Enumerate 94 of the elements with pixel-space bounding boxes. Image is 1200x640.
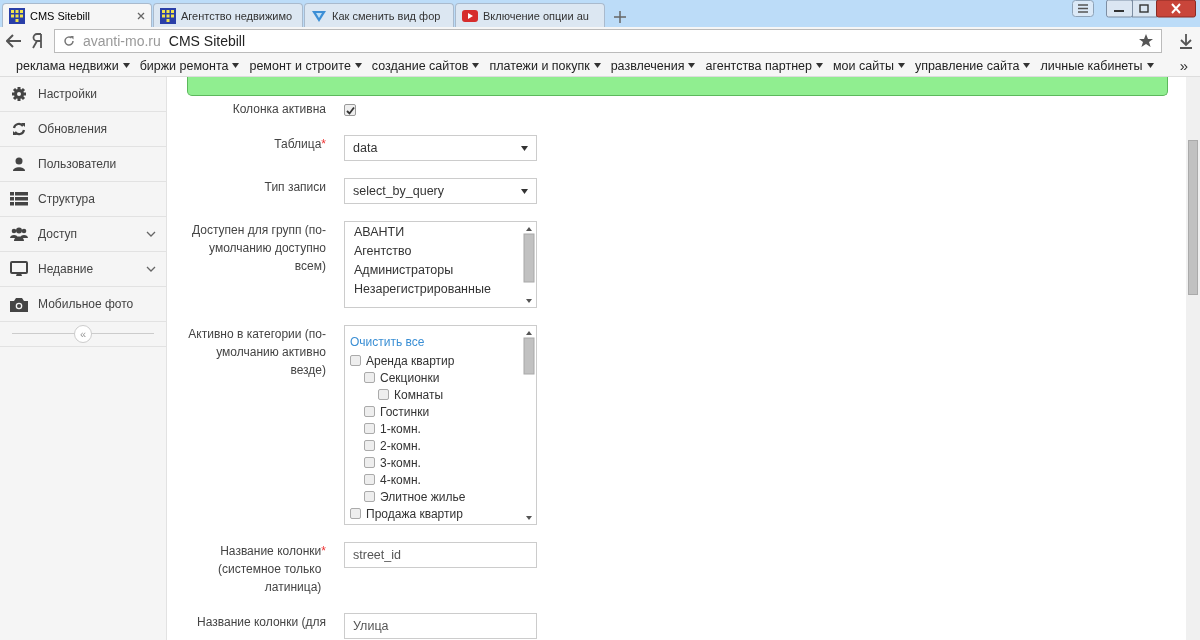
caret-icon [521, 188, 528, 194]
bookmark-folder[interactable]: платежи и покупк [489, 58, 601, 73]
list-option[interactable]: Администраторы [354, 263, 522, 277]
checkbox[interactable] [364, 423, 375, 434]
caret-icon [521, 145, 528, 151]
caret-icon [897, 63, 905, 68]
users-icon [10, 227, 28, 241]
caret-icon [593, 63, 601, 68]
field-label: Название колонки (системное только латиница) [216, 543, 322, 596]
gear-icon [11, 86, 27, 102]
caret-icon [1146, 63, 1154, 68]
required-mark: * [321, 136, 326, 153]
bookmark-folder[interactable]: управление сайта [914, 58, 1031, 73]
caret-icon [232, 63, 240, 68]
category-label: Комнаты [394, 387, 444, 402]
required-mark: * [321, 543, 326, 560]
checkbox[interactable] [350, 355, 361, 366]
checkbox[interactable] [364, 406, 375, 417]
sidebar-item[interactable]: Обновления [0, 112, 166, 147]
bookmark-folder[interactable]: мои сайты [833, 58, 905, 73]
field-label: Колонка активна [231, 101, 326, 118]
caret-icon [472, 63, 480, 68]
address-bar[interactable]: avanti-mo.ru CMS Sitebill [54, 29, 1162, 53]
select-field[interactable]: data [344, 135, 537, 161]
checkbox[interactable] [378, 389, 389, 400]
new-tab-icon[interactable] [614, 11, 626, 23]
close-icon[interactable] [137, 11, 145, 20]
field-label: Таблица [274, 136, 322, 153]
back-icon[interactable] [6, 34, 22, 48]
category-label: Секционки [380, 370, 440, 385]
checkbox[interactable] [364, 474, 375, 485]
browser-tab[interactable]: Как сменить вид фор [304, 3, 454, 27]
checkbox[interactable] [350, 508, 361, 519]
download-icon[interactable] [1178, 33, 1194, 49]
bookmark-folder[interactable]: развлечения [610, 58, 696, 73]
monitor-icon [10, 261, 28, 277]
bookmark-folder[interactable]: ремонт и строите [249, 58, 362, 73]
checkbox[interactable] [364, 440, 375, 451]
grid-icon [160, 7, 176, 24]
bookmark-folder[interactable]: личные кабинеты [1040, 58, 1154, 73]
listbox[interactable]: АВАНТИ Агентство Администраторы Незарегистрированные [344, 221, 537, 308]
sidebar-item[interactable]: Настройки [0, 77, 166, 112]
list-option[interactable]: АВАНТИ [354, 225, 522, 239]
select-field[interactable]: select_by_query [344, 178, 537, 204]
checkbox[interactable] [364, 372, 375, 383]
list-option[interactable]: Агентство [354, 244, 522, 258]
caret-icon [688, 63, 696, 68]
caret-icon [354, 63, 362, 68]
category-label: Гостинки [380, 404, 430, 419]
checkbox[interactable] [364, 457, 375, 468]
bookmark-folder[interactable]: агентства партнер [705, 58, 823, 73]
category-label: 2-комн. [380, 438, 421, 453]
browser-tab[interactable]: CMS Sitebill [2, 3, 152, 27]
checkbox[interactable] [364, 491, 375, 502]
field-label: Доступен для групп (по-умолчанию доступно всем) [191, 222, 326, 275]
category-label: Аренда квартир [366, 353, 455, 368]
input-field[interactable]: Улица [344, 613, 537, 639]
clear-all-link[interactable]: Очистить все [350, 335, 425, 349]
category-label: 3-комн. [380, 455, 421, 470]
sidebar-item[interactable]: Структура [0, 182, 166, 217]
input-field[interactable]: street_id [344, 542, 537, 568]
play-icon [462, 7, 478, 24]
category-label: 4-комн. [380, 472, 421, 487]
list-option[interactable]: Незарегистрированные [354, 282, 522, 296]
bookmark-folder[interactable]: биржи ремонта [139, 58, 240, 73]
caret-icon [816, 63, 823, 68]
bookmark-folder[interactable]: реклама недвижи [16, 58, 130, 73]
category-label: 1-комн. [380, 421, 421, 436]
sidebar-item[interactable]: Недавние [0, 252, 166, 287]
sidebar-item[interactable]: Пользователи [0, 147, 166, 182]
field-label: Название колонки (для [196, 614, 326, 631]
category-label: Продажа квартир [366, 506, 463, 521]
grid-icon [9, 7, 25, 24]
window-controls-drawing[interactable] [1106, 0, 1196, 18]
caret-icon [122, 63, 130, 68]
bookmark-folder[interactable]: создание сайтов [371, 58, 480, 73]
browser-tab[interactable]: Включение опции au [455, 3, 605, 27]
checkbox[interactable] [344, 104, 356, 116]
user-icon [11, 156, 27, 172]
refresh-icon [11, 121, 27, 137]
category-label: Элитное жилье [380, 489, 466, 504]
list-icon [10, 192, 28, 206]
more-bookmarks[interactable]: » [1179, 57, 1188, 74]
browser-tab[interactable]: Агентство недвижимо [153, 3, 303, 27]
reload-icon[interactable] [63, 35, 75, 47]
page-scrollbar[interactable] [1186, 77, 1200, 640]
sidebar-item[interactable]: Доступ [0, 217, 166, 252]
caret-icon [1023, 63, 1031, 68]
menu-icon[interactable] [1072, 0, 1094, 17]
field-label: Тип записи [263, 179, 326, 196]
field-label: Активно в категории (по-умолчанию активно везде) [187, 326, 326, 379]
star-icon[interactable] [1139, 34, 1153, 48]
sidebar-item[interactable]: Мобильное фото [0, 287, 166, 322]
camera-icon [10, 296, 28, 312]
